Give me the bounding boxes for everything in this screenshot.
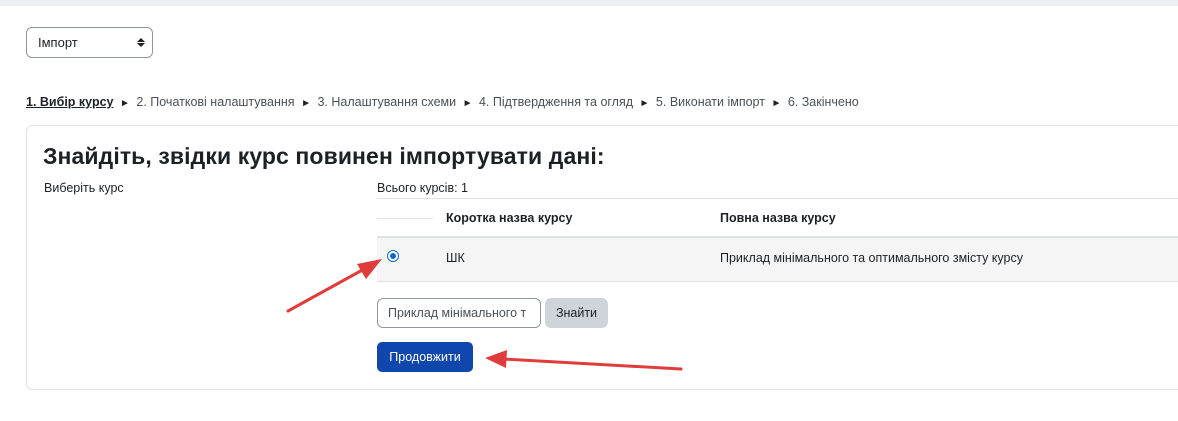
import-mode-value: Імпорт [38, 35, 78, 50]
course-full-name: Приклад мінімального та оптимального змі… [720, 251, 1023, 265]
section-heading: Знайдіть, звідки курс повинен імпортуват… [43, 143, 605, 169]
continue-button[interactable]: Продовжити [377, 342, 473, 372]
search-button[interactable]: Знайти [545, 298, 608, 328]
header-full-name: Повна назва курсу [720, 211, 836, 225]
step-2: 2. Початкові налаштування [136, 95, 295, 109]
step-separator-icon: ► [639, 98, 650, 109]
header-empty-cell [377, 218, 433, 219]
import-mode-select[interactable]: Імпорт [26, 27, 153, 58]
course-radio[interactable] [387, 250, 399, 262]
table-header: Коротка назва курсу Повна назва курсу [377, 198, 1178, 238]
step-5: 5. Виконати імпорт [655, 95, 765, 109]
course-search-input[interactable]: Приклад мінімального т [377, 298, 541, 328]
step-separator-icon: ► [771, 98, 782, 109]
step-3: 3. Налаштування схеми [317, 95, 457, 109]
header-short-name: Коротка назва курсу [446, 211, 573, 225]
step-separator-icon: ► [462, 98, 473, 109]
course-short-name: ШК [446, 251, 465, 265]
courses-table: Коротка назва курсу Повна назва курсу ШК… [377, 198, 1178, 282]
step-separator-icon: ► [301, 98, 311, 109]
total-courses: Всього курсів: 1 [377, 181, 468, 195]
step-4: 4. Підтвердження та огляд [478, 95, 634, 109]
select-arrows-icon [130, 38, 152, 47]
step-1[interactable]: 1. Вибір курсу [26, 95, 114, 109]
step-6: 6. Закінчено [787, 95, 859, 109]
top-bar [0, 0, 1178, 6]
import-steps-breadcrumb: 1. Вибір курсу ► 2. Початкові налаштуван… [26, 95, 859, 109]
select-course-label: Виберіть курс [44, 181, 124, 195]
step-separator-icon: ► [119, 98, 130, 109]
table-row[interactable]: ШК Приклад мінімального та оптимального … [377, 238, 1178, 282]
